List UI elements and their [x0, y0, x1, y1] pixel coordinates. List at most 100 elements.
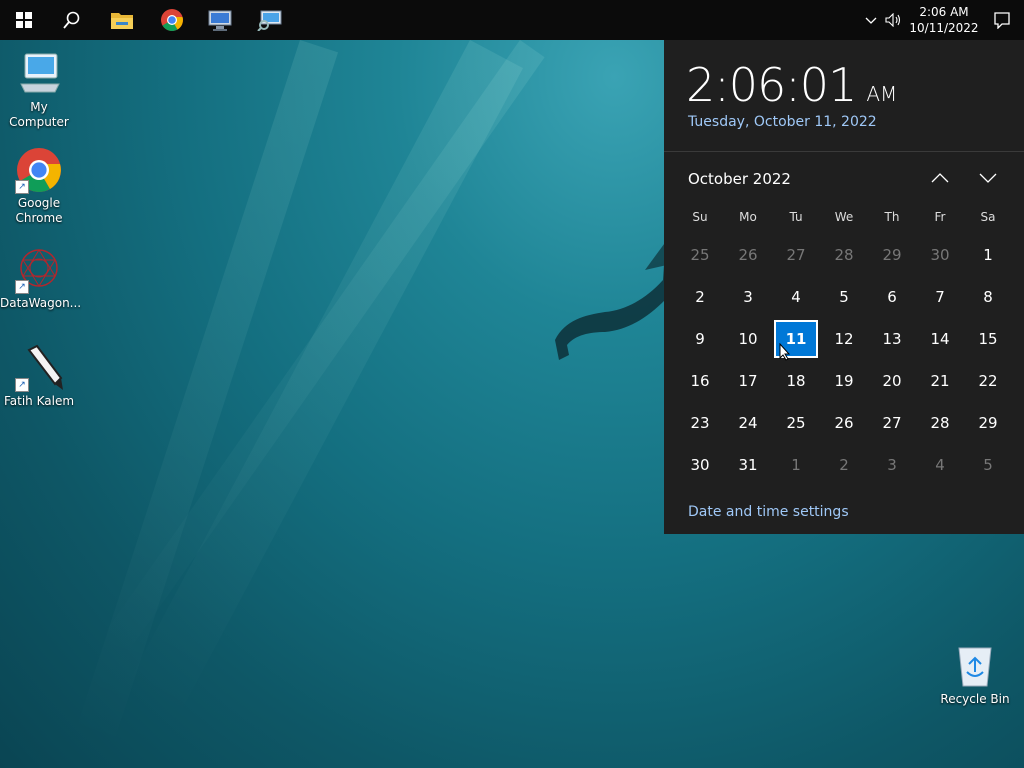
clock-calendar-flyout: 2:06:01 AM Tuesday, October 11, 2022 Octo…	[664, 40, 1024, 534]
notification-icon	[994, 12, 1010, 29]
desktop-icon-fatih-kalem[interactable]: ↗ Fatih Kalem	[0, 344, 78, 409]
chrome-icon: ↗	[15, 146, 63, 194]
weekday-label: Mo	[739, 210, 757, 224]
calendar-day[interactable]: 16	[678, 362, 722, 400]
network-computer-button[interactable]	[196, 0, 244, 40]
calendar-day[interactable]: 5	[822, 278, 866, 316]
calendar-day[interactable]: 1	[966, 236, 1010, 274]
next-month-button[interactable]	[972, 164, 1004, 192]
search-icon	[63, 11, 80, 29]
calendar-month-label[interactable]: October 2022	[688, 170, 791, 188]
mouse-cursor-icon	[779, 343, 791, 361]
calendar-day[interactable]: 24	[726, 404, 770, 442]
calendar-day[interactable]: 29	[870, 236, 914, 274]
calendar-day[interactable]: 27	[774, 236, 818, 274]
recycle-bin-icon	[951, 642, 999, 690]
calendar-day[interactable]: 3	[726, 278, 770, 316]
date-time-settings-link[interactable]: Date and time settings	[688, 504, 849, 520]
datawagon-icon: ↗	[15, 246, 63, 294]
previous-month-button[interactable]	[924, 164, 956, 192]
calendar-day[interactable]: 22	[966, 362, 1010, 400]
shortcut-arrow-icon: ↗	[15, 378, 29, 392]
flyout-long-date[interactable]: Tuesday, October 11, 2022	[688, 114, 877, 130]
calendar-day[interactable]: 26	[726, 236, 770, 274]
weekday-label: Sa	[980, 210, 996, 224]
calendar-day[interactable]: 20	[870, 362, 914, 400]
desktop-icon-datawagon[interactable]: ↗ DataWagon...	[0, 246, 82, 311]
start-button[interactable]	[0, 0, 48, 40]
calendar-day[interactable]: 7	[918, 278, 962, 316]
calendar-day[interactable]: 26	[822, 404, 866, 442]
calendar-day[interactable]: 19	[822, 362, 866, 400]
desktop-icon-label: My Computer	[9, 100, 69, 129]
calendar-day[interactable]: 31	[726, 446, 770, 484]
calendar-day[interactable]: 28	[822, 236, 866, 274]
desktop-icon-label: Google Chrome	[15, 196, 63, 225]
calendar-day[interactable]: 30	[678, 446, 722, 484]
calendar-day[interactable]: 14	[918, 320, 962, 358]
calendar-day[interactable]: 17	[726, 362, 770, 400]
remote-desktop-icon	[257, 10, 282, 31]
desktop-icon-my-computer[interactable]: My Computer	[0, 50, 78, 130]
weekday-label: Tu	[789, 210, 803, 224]
taskbar-clock[interactable]: 2:06 AM 10/11/2022	[908, 0, 980, 40]
calendar-day[interactable]: 2	[822, 446, 866, 484]
taskbar: 2:06 AM 10/11/2022	[0, 0, 1024, 40]
file-explorer-button[interactable]	[98, 0, 146, 40]
desktop-icon-recycle-bin[interactable]: Recycle Bin	[936, 642, 1014, 707]
flyout-ampm: AM	[866, 82, 898, 106]
calendar-day[interactable]: 28	[918, 404, 962, 442]
shortcut-arrow-icon: ↗	[15, 180, 29, 194]
calendar-day[interactable]: 25	[774, 404, 818, 442]
weekday-label: Fr	[934, 210, 946, 224]
file-explorer-icon	[111, 13, 133, 29]
chrome-icon	[161, 9, 183, 31]
clock-date: 10/11/2022	[909, 21, 979, 35]
show-hidden-icons-button[interactable]	[860, 0, 882, 40]
desktop-icon-label: DataWagon...	[0, 296, 82, 310]
chevron-up-icon	[865, 17, 877, 24]
windows-start-icon	[16, 12, 32, 28]
pen-icon: ↗	[15, 344, 63, 392]
clock-time: 2:06 AM	[919, 5, 969, 19]
desktop-icon-label: Recycle Bin	[940, 692, 1010, 706]
calendar-day[interactable]: 4	[774, 278, 818, 316]
calendar-day[interactable]: 27	[870, 404, 914, 442]
calendar-day[interactable]: 9	[678, 320, 722, 358]
flyout-time: 2:06:01 AM	[686, 58, 897, 112]
volume-icon	[885, 13, 901, 27]
calendar-day[interactable]: 2	[678, 278, 722, 316]
calendar-day[interactable]: 13	[870, 320, 914, 358]
calendar-day[interactable]: 3	[870, 446, 914, 484]
calendar-day[interactable]: 15	[966, 320, 1010, 358]
chrome-taskbar-button[interactable]	[148, 0, 196, 40]
calendar-day[interactable]: 10	[726, 320, 770, 358]
chevron-up-icon	[931, 173, 949, 183]
flyout-time-value: 2:06:01	[686, 58, 857, 112]
volume-button[interactable]	[883, 0, 905, 40]
action-center-button[interactable]	[980, 0, 1024, 40]
light-ray	[95, 40, 545, 664]
network-computer-icon	[208, 10, 232, 31]
chevron-down-icon	[979, 173, 997, 183]
weekday-label: Th	[884, 210, 900, 224]
calendar-day[interactable]: 4	[918, 446, 962, 484]
shortcut-arrow-icon: ↗	[15, 280, 29, 294]
remote-desktop-button[interactable]	[246, 0, 294, 40]
calendar-day[interactable]: 12	[822, 320, 866, 358]
calendar-day[interactable]: 1	[774, 446, 818, 484]
calendar-day[interactable]: 8	[966, 278, 1010, 316]
calendar-day[interactable]: 5	[966, 446, 1010, 484]
calendar-day[interactable]: 23	[678, 404, 722, 442]
calendar-day[interactable]: 21	[918, 362, 962, 400]
desktop-icon-label: Fatih Kalem	[3, 394, 75, 408]
swimmer-silhouette	[555, 240, 667, 360]
search-button[interactable]	[48, 0, 96, 40]
desktop-icon-google-chrome[interactable]: ↗ Google Chrome	[0, 146, 78, 226]
calendar-day[interactable]: 25	[678, 236, 722, 274]
calendar-day[interactable]: 18	[774, 362, 818, 400]
divider	[664, 151, 1024, 152]
calendar-day[interactable]: 6	[870, 278, 914, 316]
calendar-day[interactable]: 29	[966, 404, 1010, 442]
calendar-day[interactable]: 30	[918, 236, 962, 274]
